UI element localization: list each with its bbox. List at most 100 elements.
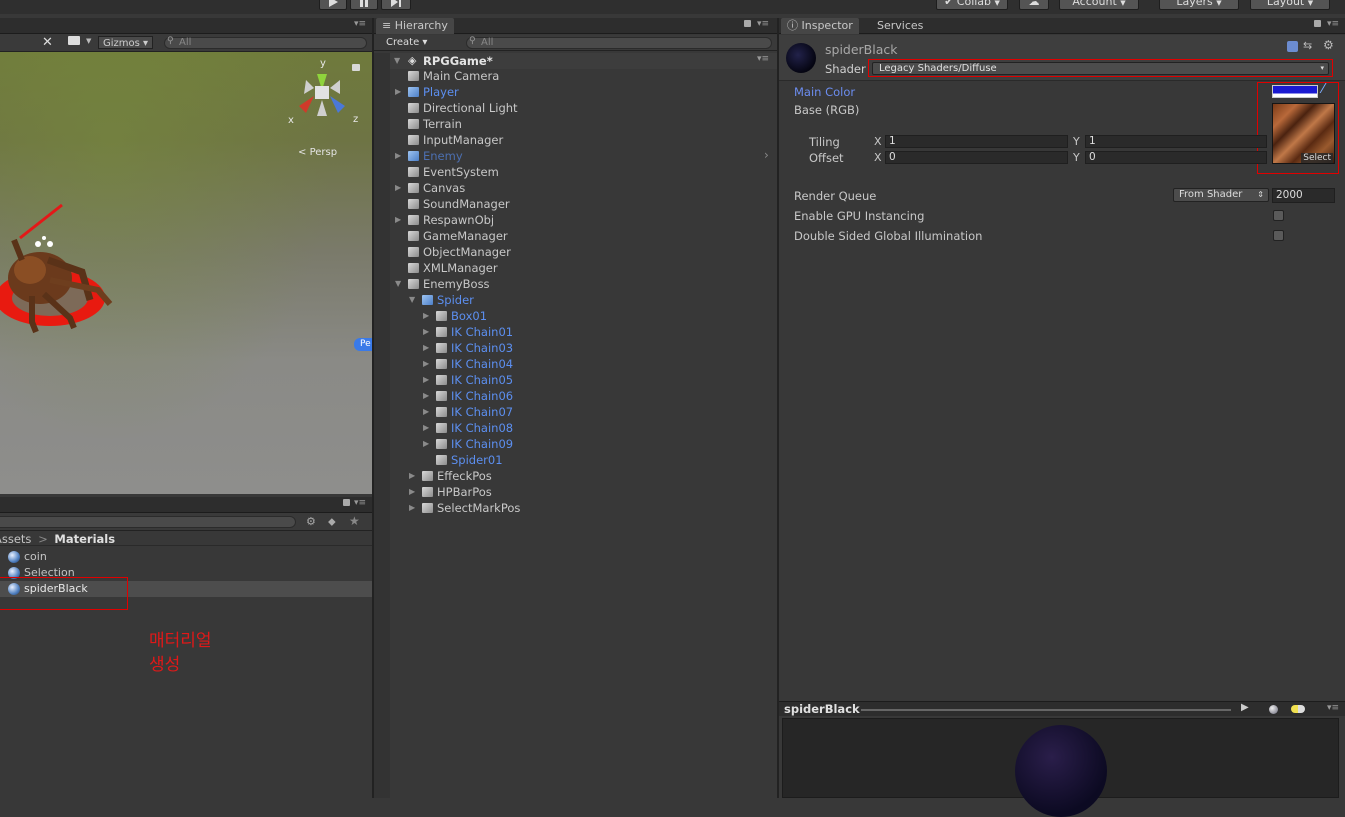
lock-icon[interactable] <box>352 64 360 71</box>
hierarchy-item[interactable]: Directional Light <box>374 100 774 116</box>
scene-menu-icon[interactable]: ▾≡ <box>757 54 769 64</box>
tab-services[interactable]: Services <box>871 18 929 34</box>
hierarchy-item[interactable]: ▶ IK Chain03 <box>374 340 774 356</box>
lock-icon[interactable] <box>343 499 350 506</box>
main-color-swatch[interactable] <box>1272 85 1318 98</box>
hierarchy-item[interactable]: ▶ Enemy <box>374 148 774 164</box>
hierarchy-item[interactable]: ▶ SelectMarkPos <box>374 500 774 516</box>
cloud-button[interactable]: ☁ <box>1019 0 1049 10</box>
play-icon[interactable]: ▶ <box>1241 702 1249 713</box>
step-button[interactable] <box>381 0 411 10</box>
breadcrumb-current[interactable]: Materials <box>54 532 115 546</box>
hierarchy-item[interactable]: SoundManager <box>374 196 774 212</box>
filter-type-icon[interactable]: ⚙ <box>306 515 316 528</box>
hierarchy-item[interactable]: ▶ IK Chain04 <box>374 356 774 372</box>
chevron-down-icon[interactable]: ▼ <box>86 37 91 45</box>
chevron-right-icon[interactable]: ▶ <box>423 356 431 372</box>
chevron-down-icon[interactable]: ▼ <box>395 276 403 292</box>
chevron-down-icon[interactable]: ▼ <box>394 56 400 65</box>
spider-model[interactable] <box>0 200 140 340</box>
tab-inspector[interactable]: ⓘ Inspector <box>781 18 859 34</box>
hierarchy-item[interactable]: GameManager <box>374 228 774 244</box>
hierarchy-search-input[interactable]: All <box>466 37 772 49</box>
chevron-right-icon[interactable]: ▶ <box>423 388 431 404</box>
pause-button[interactable] <box>350 0 378 10</box>
layout-dropdown[interactable]: Layout ▼ <box>1250 0 1330 10</box>
hierarchy-item[interactable]: XMLManager <box>374 260 774 276</box>
hierarchy-item[interactable]: ▶ RespawnObj <box>374 212 774 228</box>
hierarchy-item[interactable]: ▶ Player <box>374 84 774 100</box>
preview-sphere-icon[interactable] <box>1269 705 1278 714</box>
chevron-down-icon[interactable]: ▼ <box>409 292 417 308</box>
tiling-x-field[interactable]: 1 <box>885 135 1068 148</box>
chevron-right-icon[interactable]: ▶ <box>423 340 431 356</box>
panel-menu-icon[interactable]: ▾≡ <box>354 498 366 508</box>
hierarchy-item[interactable]: ▶ Box01 <box>374 308 774 324</box>
chevron-right-icon[interactable]: ▶ <box>409 484 417 500</box>
scene-root-row[interactable]: ▼ ◈ RPGGame* ▾≡ <box>374 53 777 69</box>
material-preview-area[interactable] <box>782 718 1339 817</box>
double-sided-gi-checkbox[interactable] <box>1273 230 1284 241</box>
offset-y-field[interactable]: 0 <box>1085 151 1267 164</box>
breadcrumb-root[interactable]: Assets <box>0 532 31 546</box>
hierarchy-item[interactable]: ▼ Spider <box>374 292 774 308</box>
hierarchy-item[interactable]: ▶ IK Chain05 <box>374 372 774 388</box>
chevron-right-icon[interactable]: ▶ <box>423 404 431 420</box>
hierarchy-item[interactable]: ▶ IK Chain01 <box>374 324 774 340</box>
camera-icon[interactable] <box>68 36 80 45</box>
base-texture-thumbnail[interactable]: Select <box>1272 103 1335 164</box>
collab-dropdown[interactable]: ✔ Collab ▼ <box>936 0 1008 10</box>
gizmos-dropdown[interactable]: Gizmos ▾ <box>98 36 154 49</box>
gear-icon[interactable]: ⚙ <box>1323 38 1334 52</box>
chevron-right-icon[interactable]: ▶ <box>395 148 403 164</box>
hierarchy-item[interactable]: Terrain <box>374 116 774 132</box>
filter-label-icon[interactable]: ⬥ <box>328 515 336 529</box>
persp-label[interactable]: < Persp <box>298 147 337 158</box>
panel-menu-icon[interactable]: ▾≡ <box>1327 19 1339 29</box>
offset-x-field[interactable]: 0 <box>885 151 1068 164</box>
render-queue-field[interactable]: 2000 <box>1272 188 1335 203</box>
hierarchy-item[interactable]: Spider01 <box>374 452 774 468</box>
hierarchy-item[interactable]: ▶ HPBarPos <box>374 484 774 500</box>
panel-menu-icon[interactable]: ▾≡ <box>1327 703 1339 713</box>
chevron-right-icon[interactable]: ▶ <box>423 324 431 340</box>
lock-icon[interactable] <box>744 20 751 27</box>
panel-menu-icon[interactable]: ▾≡ <box>354 19 366 29</box>
play-button[interactable] <box>319 0 347 10</box>
asset-item-coin[interactable]: coin <box>0 549 372 565</box>
hierarchy-item[interactable]: InputManager <box>374 132 774 148</box>
hierarchy-item[interactable]: ▶ IK Chain07 <box>374 404 774 420</box>
help-icon[interactable] <box>1287 41 1298 52</box>
select-button[interactable]: Select <box>1301 153 1333 163</box>
chevron-right-icon[interactable]: ▶ <box>423 308 431 324</box>
preview-drag-bar[interactable] <box>861 709 1231 711</box>
hierarchy-item[interactable]: ▶ EffeckPos <box>374 468 774 484</box>
scene-search-input[interactable]: All <box>164 37 367 49</box>
chevron-right-icon[interactable]: ▶ <box>395 84 403 100</box>
shader-dropdown[interactable]: Legacy Shaders/Diffuse ▾ <box>872 62 1329 75</box>
hierarchy-item[interactable]: ObjectManager <box>374 244 774 260</box>
tab-hierarchy[interactable]: ≡ Hierarchy <box>376 18 454 34</box>
hierarchy-item[interactable]: ▶ IK Chain06 <box>374 388 774 404</box>
light-icon[interactable] <box>1291 705 1305 713</box>
hierarchy-item[interactable]: Main Camera <box>374 68 774 84</box>
chevron-right-icon[interactable]: ▶ <box>395 180 403 196</box>
project-search-input[interactable] <box>0 516 296 528</box>
chevron-right-icon[interactable]: ▶ <box>423 372 431 388</box>
hierarchy-item[interactable]: ▶ Canvas <box>374 180 774 196</box>
chevron-right-icon[interactable]: ▶ <box>423 420 431 436</box>
account-dropdown[interactable]: Account ▼ <box>1059 0 1139 10</box>
hierarchy-item[interactable]: ▼ EnemyBoss <box>374 276 774 292</box>
scene-view[interactable]: y x z < Persp Pe <box>0 52 376 494</box>
preset-icon[interactable]: ⇆ <box>1303 39 1312 52</box>
gpu-instancing-checkbox[interactable] <box>1273 210 1284 221</box>
chevron-right-icon[interactable]: ▶ <box>409 468 417 484</box>
create-dropdown[interactable]: Create ▾ <box>386 37 427 48</box>
favorite-star-icon[interactable]: ★ <box>349 514 360 528</box>
tools-icon[interactable]: ✕ <box>42 35 53 50</box>
hierarchy-item[interactable]: ▶ IK Chain08 <box>374 420 774 436</box>
hierarchy-item[interactable]: ▶ IK Chain09 <box>374 436 774 452</box>
eyedropper-icon[interactable]: ⁄ <box>1322 82 1324 97</box>
chevron-right-icon[interactable]: ▶ <box>409 500 417 516</box>
chevron-right-icon[interactable]: ▶ <box>395 212 403 228</box>
